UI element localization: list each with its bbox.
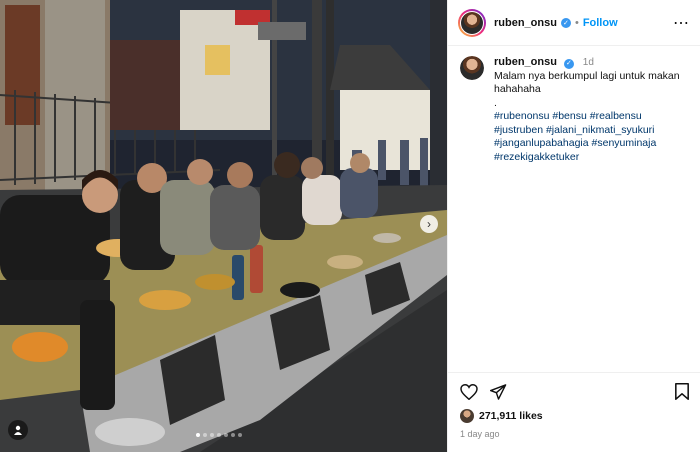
carousel-dot xyxy=(224,433,228,437)
hashtag-line[interactable]: #rezekigakketuker xyxy=(494,151,680,165)
carousel-dot xyxy=(231,433,235,437)
hashtag-line[interactable]: #justruben #jalani_nikmati_syukuri xyxy=(494,124,680,138)
more-icon[interactable]: ⋯ xyxy=(673,13,690,33)
caption-text: hahahaha xyxy=(494,83,541,95)
post-caption: ruben_onsu ✓ 1d Malam nya berkumpul lagi… xyxy=(448,46,700,164)
separator-dot: • xyxy=(574,16,579,29)
instagram-post: › ruben_onsu ✓ • Follow ⋯ ruben_onsu ✓ 1… xyxy=(0,0,700,452)
bookmark-icon[interactable] xyxy=(675,383,689,400)
liker-avatar xyxy=(460,409,474,423)
hashtag-line[interactable]: #rubenonsu #bensu #realbensu xyxy=(494,110,680,124)
carousel-dot xyxy=(196,433,200,437)
caption-avatar[interactable] xyxy=(460,56,484,80)
share-icon[interactable] xyxy=(490,383,507,400)
post-sidebar: ruben_onsu ✓ • Follow ⋯ ruben_onsu ✓ 1d … xyxy=(447,0,700,452)
next-slide-button[interactable]: › xyxy=(420,215,438,233)
follow-button[interactable]: Follow xyxy=(583,17,618,29)
post-header: ruben_onsu ✓ • Follow ⋯ xyxy=(448,0,700,46)
caption-text: Malam nya berkumpul lagi untuk makan xyxy=(494,69,680,82)
verified-icon: ✓ xyxy=(563,58,574,69)
likes-count[interactable]: 271,911 likes xyxy=(479,410,543,422)
verified-icon: ✓ xyxy=(560,17,571,28)
heart-icon[interactable] xyxy=(460,383,478,400)
chevron-right-icon: › xyxy=(427,217,431,231)
post-photo[interactable]: › xyxy=(0,0,447,452)
carousel-dot xyxy=(217,433,221,437)
post-actions: 271,911 likes 1 day ago xyxy=(448,372,700,439)
hashtag-line[interactable]: #janganlupabahagia #senyuminaja xyxy=(494,137,680,151)
caption-username[interactable]: ruben_onsu xyxy=(494,56,557,68)
carousel-dot xyxy=(238,433,242,437)
photo-scene xyxy=(0,0,447,452)
user-tag-icon xyxy=(14,425,22,435)
tagged-users-button[interactable] xyxy=(8,420,28,440)
carousel-dot xyxy=(203,433,207,437)
post-timestamp: 1 day ago xyxy=(460,429,500,439)
carousel-indicator xyxy=(196,433,242,437)
carousel-dot xyxy=(210,433,214,437)
caption-time: 1d xyxy=(582,57,594,68)
username-link[interactable]: ruben_onsu xyxy=(494,17,557,29)
profile-avatar[interactable] xyxy=(458,8,486,37)
likes-row[interactable]: 271,911 likes xyxy=(460,409,689,423)
caption-text: . xyxy=(494,96,497,109)
